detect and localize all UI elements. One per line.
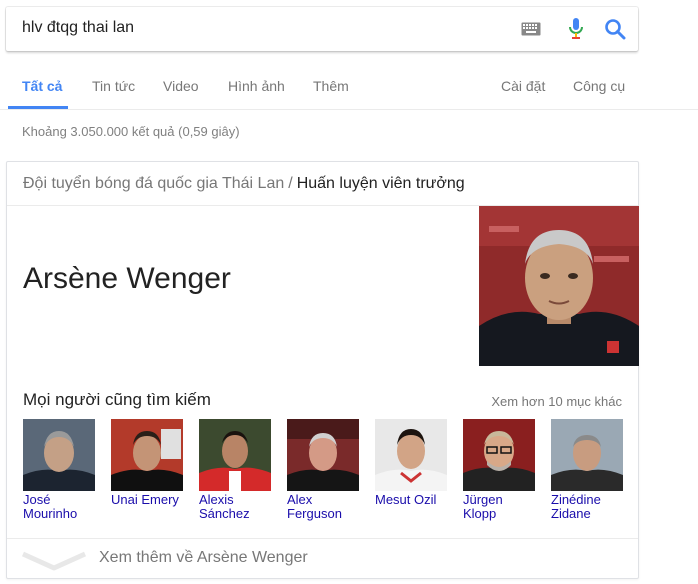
search-tabs: Tất cả Tin tức Video Hình ảnh Thêm Cài đ… <box>0 64 698 110</box>
person-name[interactable]: José Mourinho <box>23 493 99 521</box>
person-card[interactable]: Alex Ferguson <box>287 419 363 521</box>
search-box[interactable]: hlv đtqg thai lan <box>6 7 638 51</box>
person-card[interactable]: Mesut Ozil <box>375 419 451 507</box>
result-stats: Khoảng 3.050.000 kết quả (0,59 giây) <box>22 124 240 139</box>
person-thumbnail <box>111 419 183 491</box>
person-thumbnail <box>23 419 95 491</box>
entity-portrait[interactable] <box>479 206 639 366</box>
entity-name: Arsène Wenger <box>23 262 231 295</box>
microphone-icon[interactable] <box>567 18 585 40</box>
breadcrumb-separator: / <box>288 175 293 192</box>
tab-more[interactable]: Thêm <box>313 78 349 94</box>
person-name[interactable]: Unai Emery <box>111 493 187 507</box>
active-tab-indicator <box>8 106 68 109</box>
breadcrumb-parent[interactable]: Đội tuyển bóng đá quốc gia Thái Lan <box>23 175 284 192</box>
person-card[interactable]: José Mourinho <box>23 419 99 521</box>
person-card[interactable]: Unai Emery <box>111 419 187 507</box>
search-icon[interactable] <box>604 18 626 40</box>
person-name[interactable]: Jürgen Klopp <box>463 493 539 521</box>
person-thumbnail <box>375 419 447 491</box>
person-card[interactable]: Jürgen Klopp <box>463 419 539 521</box>
divider <box>7 538 638 539</box>
person-name[interactable]: Mesut Ozil <box>375 493 451 507</box>
person-thumbnail <box>463 419 535 491</box>
person-card[interactable]: Zinédine Zidane <box>551 419 627 521</box>
person-thumbnail <box>199 419 271 491</box>
person-name[interactable]: Alexis Sánchez <box>199 493 275 521</box>
see-more-about-link[interactable]: Xem thêm về Arsène Wenger <box>99 549 308 567</box>
tab-images[interactable]: Hình ảnh <box>228 78 285 94</box>
person-name[interactable]: Alex Ferguson <box>287 493 363 521</box>
search-input[interactable]: hlv đtqg thai lan <box>22 19 134 37</box>
tab-video[interactable]: Video <box>163 78 199 94</box>
breadcrumb-current: Huấn luyện viên trưởng <box>296 175 465 192</box>
keyboard-icon[interactable] <box>521 22 541 36</box>
breadcrumb: Đội tuyển bóng đá quốc gia Thái Lan / Huấn… <box>23 175 465 193</box>
view-more-link[interactable]: Xem hơn 10 mục khác <box>491 394 622 409</box>
knowledge-panel: Đội tuyển bóng đá quốc gia Thái Lan / Huấn… <box>6 161 639 579</box>
person-card[interactable]: Alexis Sánchez <box>199 419 275 521</box>
settings-link[interactable]: Cài đặt <box>501 78 545 94</box>
people-also-search-heading: Mọi người cũng tìm kiếm <box>23 390 211 409</box>
chevron-down-icon[interactable] <box>19 550 89 572</box>
tab-news[interactable]: Tin tức <box>92 78 135 94</box>
person-name[interactable]: Zinédine Zidane <box>551 493 627 521</box>
tab-all[interactable]: Tất cả <box>22 78 62 94</box>
tools-link[interactable]: Công cụ <box>573 78 625 94</box>
person-thumbnail <box>551 419 623 491</box>
person-thumbnail <box>287 419 359 491</box>
